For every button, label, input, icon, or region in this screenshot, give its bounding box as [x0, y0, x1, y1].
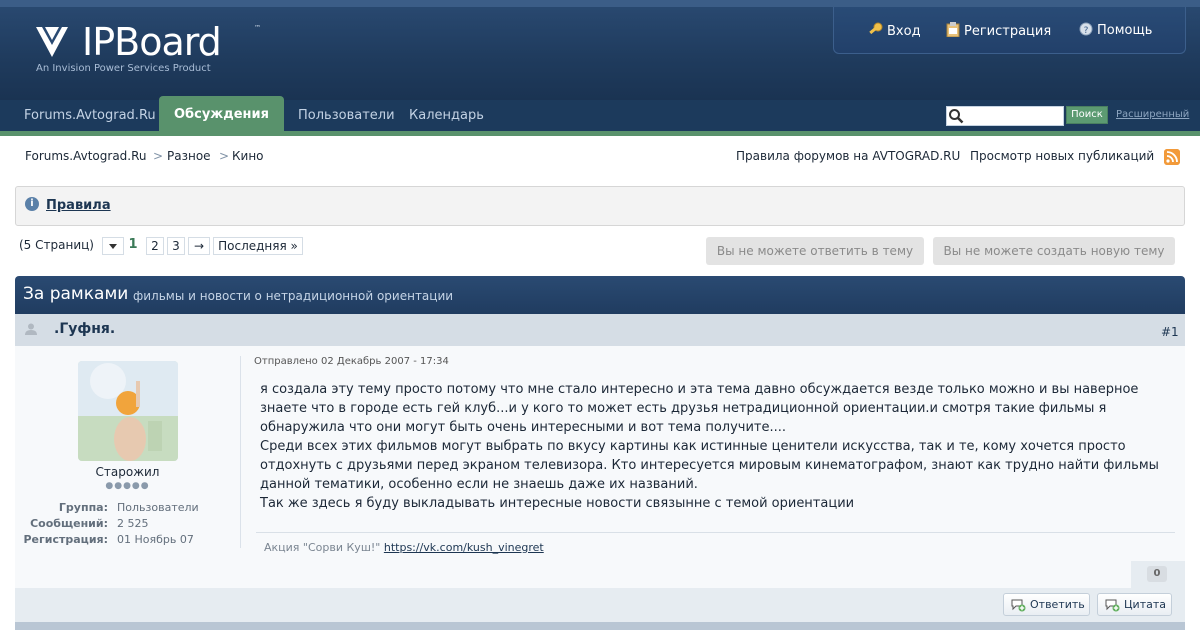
pages-count: (5 Страниц) [19, 238, 94, 252]
avatar-image [78, 361, 178, 461]
signature-divider [256, 532, 1175, 533]
post-paragraph: я создала эту тему просто потому что мне… [260, 382, 1139, 435]
info-icon: i [25, 197, 39, 211]
reply-button[interactable]: Ответить [1003, 593, 1090, 616]
help-label: Помощь [1097, 23, 1153, 38]
breadcrumb-item-cinema[interactable]: Кино [232, 149, 264, 163]
tab-discussions[interactable]: Обсуждения [159, 96, 284, 136]
tab-forums[interactable]: Forums.Avtograd.Ru [24, 108, 156, 123]
register-link[interactable]: Регистрация [946, 22, 1051, 39]
user-offline-icon [25, 323, 37, 335]
joined-value: 01 Ноябрь 07 [117, 533, 194, 546]
page-jump-dropdown[interactable] [102, 237, 124, 255]
cannot-create-topic-button: Вы не можете создать новую тему [933, 237, 1175, 265]
signature-text: Акция "Сорви Куш!" [264, 541, 381, 554]
user-navigation: Вход Регистрация ? Помощь [833, 7, 1186, 54]
reply-label: Ответить [1030, 598, 1085, 611]
ipboard-logo-icon [36, 27, 68, 57]
logo-trademark: ™ [254, 24, 261, 32]
quote-icon [1105, 599, 1120, 612]
author-column-divider [240, 356, 241, 548]
posts-count-label: Сообщений: [30, 517, 108, 530]
signature-link[interactable]: https://vk.com/kush_vinegret [384, 541, 544, 554]
help-icon: ? [1079, 22, 1093, 36]
login-label: Вход [887, 24, 921, 39]
key-icon [869, 22, 883, 35]
register-label: Регистрация [964, 24, 1052, 39]
quote-label: Цитата [1124, 598, 1166, 611]
reply-icon [1011, 599, 1026, 612]
signature: Акция "Сорви Куш!" https://vk.com/kush_v… [264, 541, 544, 554]
breadcrumb-item-forums[interactable]: Forums.Avtograd.Ru [25, 149, 147, 163]
next-page-link[interactable]: → [188, 237, 210, 255]
logo-tagline: An Invision Power Services Product [36, 63, 211, 74]
help-link[interactable]: ? Помощь [1079, 22, 1152, 38]
group-label: Группа: [58, 501, 108, 514]
advanced-search-link[interactable]: Расширенный [1116, 109, 1189, 120]
rules-box [15, 186, 1185, 226]
last-page-link[interactable]: Последняя » [213, 237, 303, 255]
logo-wordmark: IPBoard [82, 20, 222, 64]
rank-pips: ●●●●● [105, 481, 150, 491]
login-link[interactable]: Вход [868, 22, 921, 39]
post-date: Отправлено 02 Декабрь 2007 - 17:34 [254, 356, 449, 367]
search-icon [949, 109, 964, 124]
post-author-name[interactable]: .Гуфня. [54, 321, 115, 337]
forum-rules-link[interactable]: Правила форумов на AVTOGRAD.RU [736, 149, 960, 163]
page-3-link[interactable]: 3 [167, 237, 185, 255]
rss-icon[interactable] [1164, 149, 1180, 165]
post-header [15, 314, 1185, 346]
page-current: 1 [128, 237, 138, 252]
tab-members[interactable]: Пользователи [298, 108, 395, 123]
svg-text:?: ? [1084, 26, 1089, 36]
avatar[interactable] [78, 361, 178, 461]
post-content: я создала эту тему просто потому что мне… [260, 380, 1175, 513]
breadcrumb-separator: > [219, 149, 230, 163]
post-footer-border [15, 622, 1185, 630]
page-2-link[interactable]: 2 [146, 237, 164, 255]
breadcrumb-separator: > [153, 149, 164, 163]
search-button[interactable]: Поиск [1066, 106, 1108, 124]
post-paragraph: Так же здесь я буду выкладывать интересн… [260, 496, 855, 511]
clipboard-icon [946, 22, 960, 37]
reputation-count: 0 [1147, 566, 1167, 582]
quote-button[interactable]: Цитата [1097, 593, 1172, 616]
tab-calendar[interactable]: Календарь [409, 108, 484, 123]
joined-label: Регистрация: [23, 533, 109, 546]
user-rank: Старожил [95, 465, 160, 479]
chevron-down-icon [109, 244, 117, 249]
group-value: Пользователи [117, 501, 199, 514]
topic-title: За рамками [23, 284, 129, 304]
cannot-reply-button: Вы не можете ответить в тему [706, 237, 924, 265]
topic-description: фильмы и новости о нетрадиционной ориент… [133, 289, 454, 303]
post-number-link[interactable]: #1 [1161, 325, 1179, 339]
posts-count-value: 2 525 [117, 517, 149, 530]
post-paragraph: Среди всех этих фильмов могут выбрать по… [260, 439, 1159, 492]
new-posts-link[interactable]: Просмотр новых публикаций [970, 149, 1154, 163]
rules-link[interactable]: Правила [46, 198, 111, 213]
breadcrumb-item-misc[interactable]: Разное [167, 149, 211, 163]
